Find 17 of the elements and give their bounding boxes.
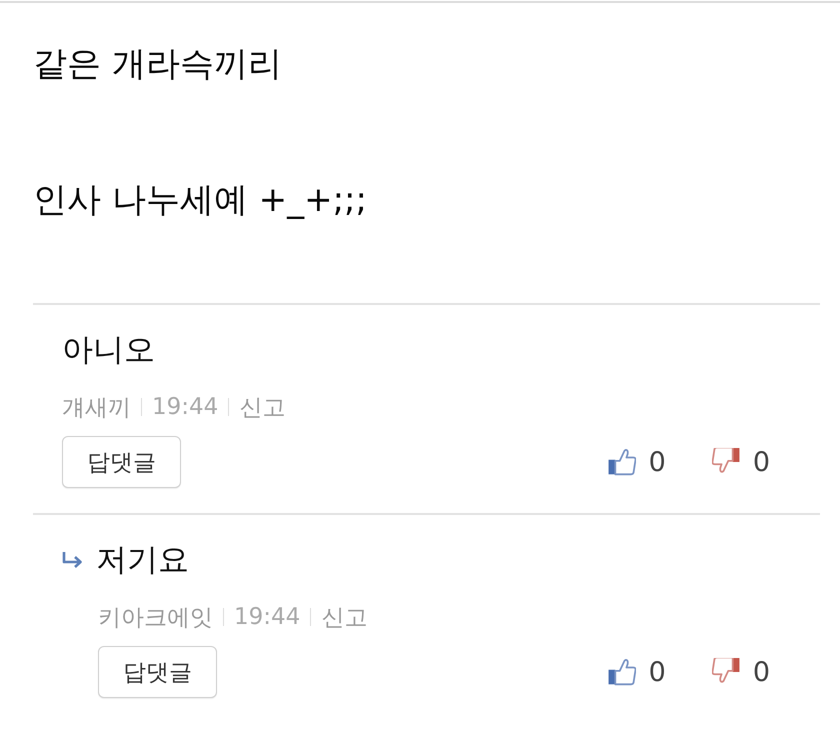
reply-button[interactable]: 답댓글 bbox=[62, 436, 181, 488]
comment-text: 아니오 bbox=[62, 331, 155, 369]
reply-button[interactable]: 답댓글 bbox=[98, 646, 217, 698]
author-name: 걔새끼 bbox=[62, 394, 131, 422]
reply-arrow-icon bbox=[62, 552, 84, 568]
dislike-button[interactable]: 0 bbox=[712, 656, 770, 688]
comment-time: 19:44 bbox=[234, 604, 300, 630]
thumbs-up-icon bbox=[608, 658, 636, 686]
comment-text: 저기요 bbox=[96, 541, 189, 579]
dislike-button[interactable]: 0 bbox=[712, 446, 770, 478]
thumbs-up-icon bbox=[608, 448, 636, 476]
like-button[interactable]: 0 bbox=[608, 446, 666, 478]
post-text: 인사 나누세예 +_+;;; bbox=[33, 179, 367, 221]
like-button[interactable]: 0 bbox=[608, 656, 666, 688]
comment-time: 19:44 bbox=[152, 394, 218, 420]
author-name: 키아크에잇 bbox=[98, 604, 213, 632]
post-text: 같은 개라슥끼리 bbox=[33, 43, 282, 85]
